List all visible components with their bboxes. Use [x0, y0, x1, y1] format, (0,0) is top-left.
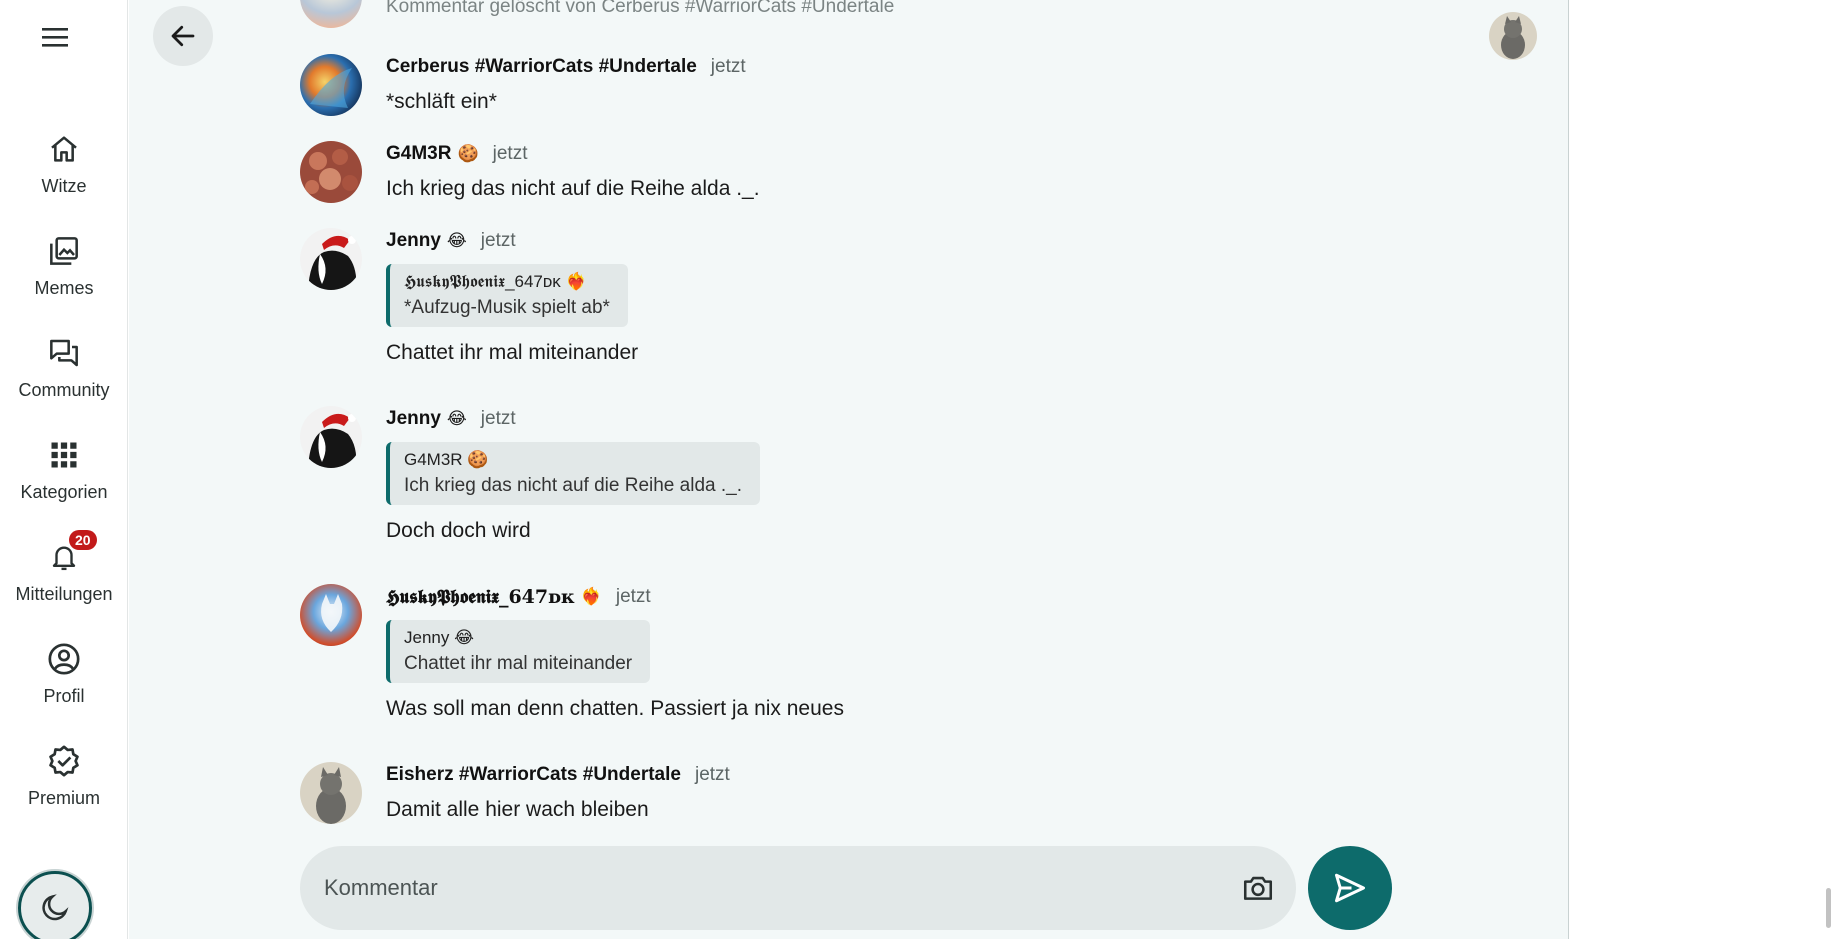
scrollbar-thumb[interactable] [1826, 888, 1831, 928]
quoted-author-name: G4M3R [404, 450, 463, 469]
back-button[interactable] [153, 6, 213, 66]
arrow-left-icon [171, 25, 195, 47]
nav-item-kategorien[interactable]: Kategorien [0, 438, 128, 524]
notification-badge: 20 [69, 530, 97, 550]
author-name[interactable]: Jenny [386, 230, 441, 252]
nav-item-witze[interactable]: Witze [0, 132, 128, 218]
moon-icon [42, 894, 69, 921]
camera-button[interactable] [1238, 868, 1278, 908]
nav-label: Profil [43, 686, 85, 706]
nav-label: Community [18, 380, 110, 400]
message-text: *schläft ein* [386, 90, 497, 113]
nav-item-premium[interactable]: Premium [0, 744, 128, 830]
nav-item-profil[interactable]: Profil [0, 642, 128, 728]
cookie-emoji: 🍪 [457, 144, 479, 163]
avatar[interactable] [300, 54, 362, 116]
comment-input[interactable] [324, 870, 1204, 906]
account-circle-icon [47, 642, 81, 676]
timestamp: jetzt [480, 230, 516, 251]
author-name[interactable]: Eisherz #WarriorCats #Undertale [386, 764, 681, 786]
theme-toggle-button[interactable] [18, 871, 92, 939]
home-icon [47, 132, 81, 166]
quoted-author-name: Jenny [404, 628, 450, 647]
avatar[interactable] [300, 584, 362, 646]
hamburger-icon [42, 28, 68, 47]
nav-label: Premium [27, 788, 100, 808]
timestamp: jetzt [694, 764, 730, 785]
send-button[interactable] [1308, 846, 1392, 930]
send-icon [1335, 873, 1365, 903]
fire-heart-emoji: ❤️‍🔥 [565, 272, 587, 291]
current-user-avatar[interactable] [1489, 12, 1537, 60]
grid-icon [47, 438, 81, 472]
avatar[interactable] [300, 228, 362, 290]
quoted-reply[interactable]: 𝕳𝖚𝖘𝖐𝖞𝕻𝖍𝖔𝖊𝖓𝖎𝖝_647ᴅᴋ ❤️‍🔥 *Aufzug-Musik sp… [386, 264, 628, 327]
quoted-author-name: 𝕳𝖚𝖘𝖐𝖞𝕻𝖍𝖔𝖊𝖓𝖎𝖝_647ᴅᴋ [404, 272, 561, 291]
timestamp: jetzt [615, 586, 651, 607]
bell-icon: 20 [47, 530, 97, 574]
gallery-icon [47, 234, 81, 268]
fire-heart-emoji: ❤️‍🔥 [580, 587, 602, 606]
laughing-emoji: 😂 [446, 231, 467, 250]
message-text: Doch doch wird [386, 519, 531, 542]
message-text: Chattet ihr mal miteinander [386, 341, 639, 364]
quoted-reply[interactable]: G4M3R 🍪 Ich krieg das nicht auf die Reih… [386, 442, 760, 505]
laughing-emoji: 😂 [454, 628, 474, 647]
author-name[interactable]: 𝕳𝖚𝖘𝖐𝖞𝕻𝖍𝖔𝖊𝖓𝖎𝖝_647ᴅᴋ [386, 586, 575, 608]
nav-label: Memes [34, 278, 94, 298]
message-text: Ich krieg das nicht auf die Reihe alda .… [386, 177, 760, 200]
chat-bubbles-icon [47, 336, 81, 370]
nav-label: Mitteilungen [15, 584, 113, 604]
author-name[interactable]: Jenny [386, 408, 441, 430]
message-text: Damit alle hier wach bleiben [386, 798, 649, 821]
nav-label: Witze [41, 176, 87, 196]
timestamp: jetzt [480, 408, 516, 429]
quoted-text: *Aufzug-Musik spielt ab* [404, 297, 610, 318]
author-name[interactable]: G4M3R [386, 143, 451, 165]
avatar[interactable] [300, 762, 362, 824]
avatar[interactable] [300, 406, 362, 468]
quoted-text: Chattet ihr mal miteinander [404, 653, 633, 674]
avatar[interactable] [300, 141, 362, 203]
nav-item-community[interactable]: Community [0, 336, 128, 422]
timestamp: jetzt [492, 143, 528, 164]
nav-rail: Witze Memes Community Kategorien 20 Mitt… [0, 0, 128, 939]
verified-badge-icon [47, 744, 81, 778]
quoted-text: Ich krieg das nicht auf die Reihe alda .… [404, 475, 742, 496]
outer-margin [1569, 0, 1839, 939]
author-name[interactable]: Cerberus #WarriorCats #Undertale [386, 56, 697, 78]
nav-item-memes[interactable]: Memes [0, 234, 128, 320]
comment-composer [300, 846, 1296, 930]
quoted-reply[interactable]: Jenny 😂 Chattet ihr mal miteinander [386, 620, 651, 683]
message-text: Was soll man denn chatten. Passiert ja n… [386, 697, 844, 720]
nav-label: Kategorien [20, 482, 108, 502]
cookie-emoji: 🍪 [467, 450, 489, 469]
nav-item-mitteilungen[interactable]: 20 Mitteilungen [0, 530, 128, 626]
timestamp: jetzt [710, 56, 746, 77]
laughing-emoji: 😂 [446, 409, 467, 428]
camera-icon [1243, 876, 1273, 900]
menu-button[interactable] [38, 20, 72, 54]
deleted-comment-text: Kommentar gelöscht von Cerberus #Warrior… [386, 0, 895, 17]
